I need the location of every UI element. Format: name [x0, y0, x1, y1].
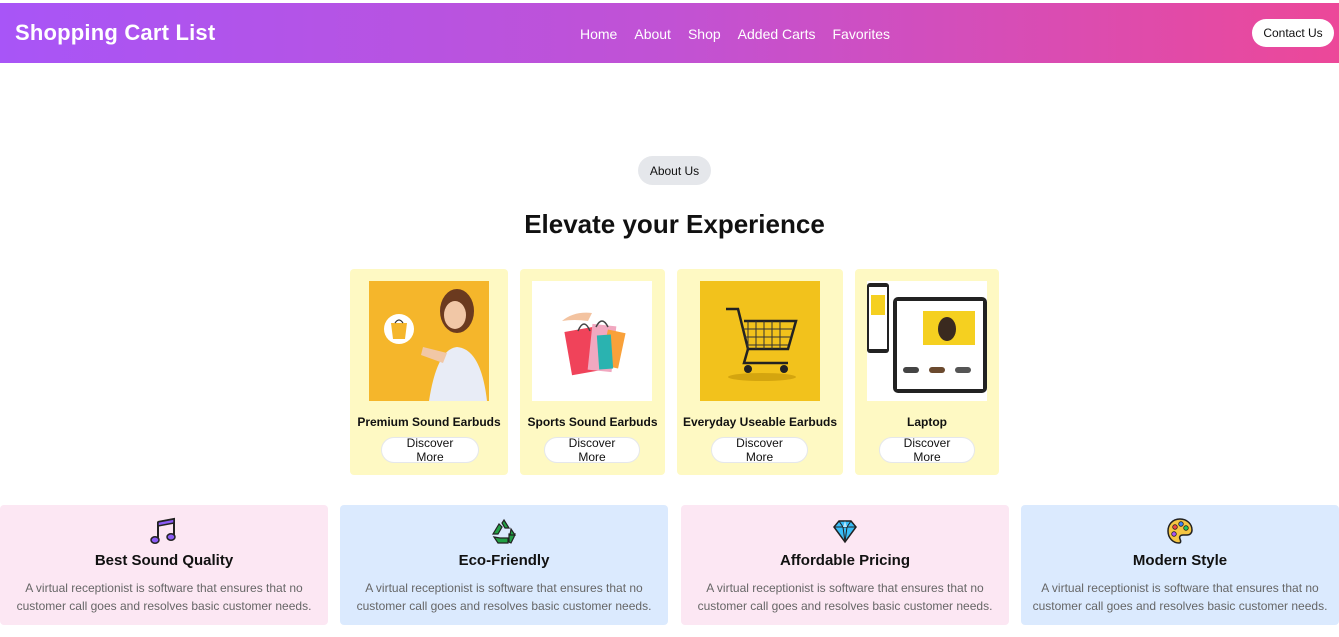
diamond-icon	[681, 517, 1009, 545]
nav-links: Home About Shop Added Carts Favorites	[580, 26, 907, 42]
feature-title: Best Sound Quality	[94, 552, 234, 569]
recycle-icon	[340, 517, 668, 545]
product-card: Premium Sound Earbuds Discover More	[350, 269, 508, 475]
product-image-woman-pointing	[369, 281, 489, 401]
product-card: Sports Sound Earbuds Discover More	[520, 269, 665, 475]
product-card: Laptop Discover More	[855, 269, 999, 475]
nav-link-home[interactable]: Home	[580, 26, 617, 42]
brand-title[interactable]: Shopping Cart List	[15, 20, 215, 46]
feature-description: A virtual receptionist is software that …	[1032, 581, 1328, 613]
product-name: Laptop	[907, 415, 947, 429]
palette-icon	[1021, 517, 1339, 545]
contact-us-button[interactable]: Contact Us	[1252, 19, 1334, 47]
product-name: Sports Sound Earbuds	[527, 415, 658, 429]
page-title: Elevate your Experience	[524, 209, 825, 239]
feature-card: Affordable Pricing A virtual receptionis…	[681, 505, 1009, 625]
feature-title: Modern Style	[1132, 552, 1228, 569]
discover-more-button[interactable]: Discover More	[711, 436, 808, 464]
feature-description: A virtual receptionist is software that …	[697, 581, 993, 613]
discover-more-button[interactable]: Discover More	[381, 436, 479, 464]
product-name: Premium Sound Earbuds	[357, 415, 501, 429]
product-card: Everyday Useable Earbuds Discover More	[677, 269, 843, 475]
product-image-devices-mockup	[867, 281, 987, 401]
product-image-shopping-cart	[700, 281, 820, 401]
product-name: Everyday Useable Earbuds	[682, 415, 838, 429]
feature-list: Best Sound Quality A virtual receptionis…	[0, 505, 1339, 625]
feature-card: Eco-Friendly A virtual receptionist is s…	[340, 505, 668, 625]
discover-more-button[interactable]: Discover More	[544, 436, 640, 464]
navbar: Shopping Cart List Home About Shop Added…	[0, 3, 1339, 63]
feature-title: Eco-Friendly	[458, 552, 550, 569]
nav-link-added-carts[interactable]: Added Carts	[738, 26, 816, 42]
feature-description: A virtual receptionist is software that …	[356, 581, 652, 613]
feature-title: Affordable Pricing	[779, 552, 910, 569]
feature-card: Best Sound Quality A virtual receptionis…	[0, 505, 328, 625]
music-note-icon	[0, 517, 328, 545]
about-us-badge: About Us	[638, 156, 711, 185]
feature-card: Modern Style A virtual receptionist is s…	[1021, 505, 1339, 625]
nav-link-favorites[interactable]: Favorites	[832, 26, 890, 42]
product-image-shopping-bags	[532, 281, 652, 401]
nav-link-shop[interactable]: Shop	[688, 26, 721, 42]
nav-link-about[interactable]: About	[634, 26, 671, 42]
discover-more-button[interactable]: Discover More	[879, 436, 975, 464]
feature-description: A virtual receptionist is software that …	[16, 581, 312, 613]
